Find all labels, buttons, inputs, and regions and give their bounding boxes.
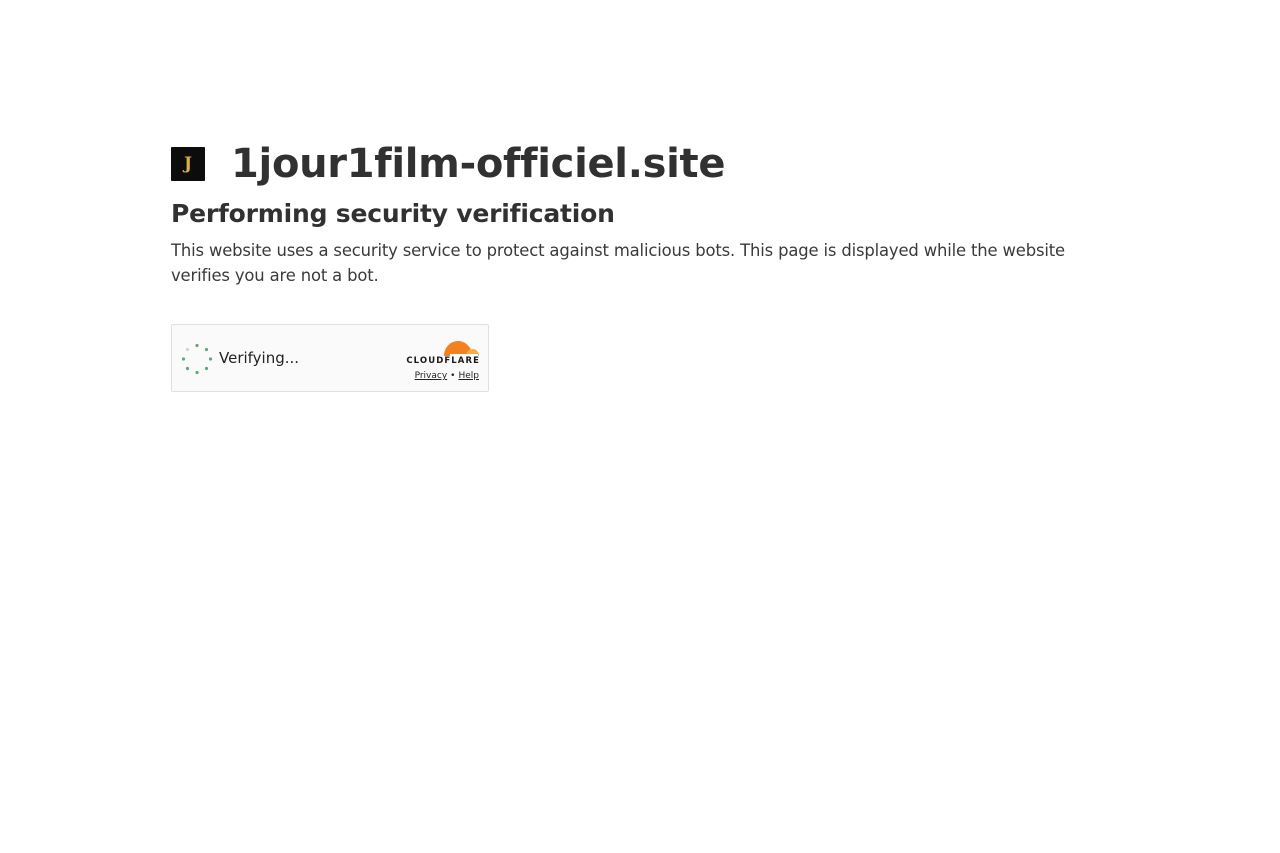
verification-description: This website uses a security service to … [171, 241, 1065, 285]
verification-heading: Performing security verification [171, 199, 615, 228]
link-separator: • [450, 371, 456, 381]
site-name: 1jour1film-officiel.site [231, 141, 726, 187]
site-header: J 1jour1film-officiel.site [171, 138, 1121, 190]
verifying-status: Verifying... [219, 349, 300, 367]
privacy-link[interactable]: Privacy [415, 371, 448, 381]
widget-links: Privacy • Help [415, 370, 479, 382]
loading-spinner-icon [181, 343, 213, 375]
help-link[interactable]: Help [458, 371, 479, 381]
favicon-letter: J [183, 154, 193, 174]
cloudflare-wordmark: CLOUDFLARE [406, 356, 480, 366]
turnstile-widget: Verifying... CLOUDFLARE Privacy • Help [171, 324, 489, 392]
main-content: J 1jour1film-officiel.site Performing se… [171, 138, 1121, 288]
site-favicon: J [171, 147, 205, 181]
